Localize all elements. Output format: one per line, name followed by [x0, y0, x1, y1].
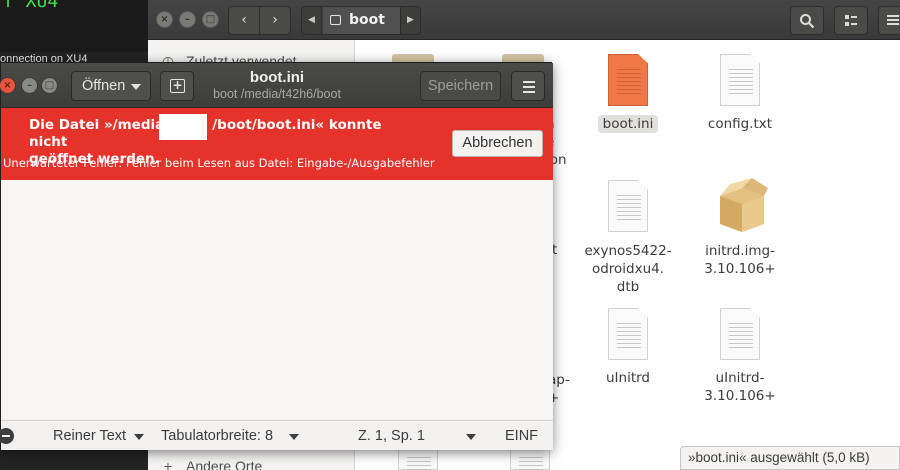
- file-icon-uinitrd[interactable]: [608, 308, 648, 360]
- tab-width-selector[interactable]: Tabulatorbreite: 8: [161, 428, 273, 444]
- file-item-initrd-img[interactable]: initrd.img- 3.10.106+: [680, 242, 800, 278]
- terminal-header: r XU4: [0, 0, 150, 52]
- forward-button[interactable]: ›: [259, 6, 291, 35]
- search-button[interactable]: [790, 6, 824, 35]
- file-item-config-txt[interactable]: config.txt: [680, 115, 800, 133]
- chevron-right-icon: ›: [272, 12, 278, 28]
- maximize-window-button[interactable]: □: [41, 77, 58, 94]
- window-title: boot.ini: [249, 69, 305, 86]
- file-manager-headerbar: × – □ ‹ › ◀ boot ▶: [148, 0, 900, 40]
- close-window-button[interactable]: ×: [0, 77, 16, 94]
- error-detail: Unerwarteter Fehler: Fehler beim Lesen a…: [3, 156, 435, 170]
- editor-headerbar: × – □ Öffnen + boot.ini boot /media/t42h…: [0, 63, 553, 108]
- drive-icon: [330, 15, 341, 25]
- sidebar-item-other-locations[interactable]: + Andere Orte: [148, 454, 355, 470]
- path-bar: ◀ boot ▶: [301, 6, 421, 35]
- view-toggle-button[interactable]: [834, 6, 868, 35]
- file-item-boot-ini[interactable]: boot.ini: [568, 115, 688, 133]
- maximize-window-button[interactable]: □: [202, 11, 219, 28]
- insert-mode[interactable]: EINF: [505, 428, 538, 444]
- chevron-down-icon: [134, 434, 144, 440]
- terminal-title: r XU4: [4, 0, 59, 12]
- path-scroll-left-button[interactable]: ◀: [302, 7, 322, 34]
- plus-icon: +: [163, 458, 173, 470]
- file-icon-config-txt[interactable]: [720, 54, 760, 106]
- menu-button[interactable]: [878, 6, 900, 35]
- cancel-button[interactable]: Abbrechen: [452, 130, 543, 157]
- selection-status: »boot.ini« ausgewählt (5,0 kB): [680, 446, 900, 470]
- path-segment-label: boot: [349, 12, 385, 28]
- redaction-box: [159, 114, 207, 140]
- cursor-position[interactable]: Z. 1, Sp. 1: [358, 428, 425, 444]
- window-subtitle: boot /media/t42h6/boot: [213, 87, 341, 101]
- file-item-uinitrd-version[interactable]: uInitrd- 3.10.106+: [680, 369, 800, 405]
- file-label: boot.ini: [597, 115, 659, 133]
- minus-circle-icon[interactable]: [0, 428, 14, 444]
- minimize-window-button[interactable]: –: [21, 77, 38, 94]
- file-icon-uinitrd-version[interactable]: [720, 308, 760, 360]
- search-icon: [800, 14, 815, 29]
- file-label: uInitrd: [605, 370, 651, 386]
- file-item-dtb[interactable]: exynos5422- odroidxu4. dtb: [568, 242, 688, 296]
- chevron-down-icon: [289, 434, 299, 440]
- close-window-button[interactable]: ×: [156, 11, 173, 28]
- open-button-label: Öffnen: [82, 78, 126, 94]
- error-infobar: Die Datei »/media/boot/boot.ini« konnte …: [1, 108, 553, 180]
- chevron-down-icon: [131, 84, 141, 90]
- package-icon: [720, 178, 768, 232]
- list-view-icon: [845, 15, 857, 26]
- archive-icon[interactable]: [716, 176, 768, 232]
- chevron-left-icon: ‹: [241, 12, 247, 28]
- chevron-down-icon: [466, 434, 476, 440]
- text-editor-window: × – □ Öffnen + boot.ini boot /media/t42h…: [0, 62, 553, 450]
- file-icon-dtb[interactable]: [608, 180, 648, 232]
- file-label: config.txt: [707, 116, 773, 132]
- language-selector[interactable]: Reiner Text: [53, 428, 126, 444]
- text-area[interactable]: [1, 180, 553, 420]
- file-icon-boot-ini[interactable]: [608, 54, 648, 106]
- open-button[interactable]: Öffnen: [71, 71, 151, 101]
- path-scroll-right-button[interactable]: ▶: [400, 7, 420, 34]
- menu-button[interactable]: [511, 71, 545, 101]
- hamburger-icon: [523, 81, 535, 83]
- file-item-uinitrd[interactable]: uInitrd: [568, 369, 688, 387]
- sidebar-item-label: Andere Orte: [186, 458, 263, 470]
- minimize-window-button[interactable]: –: [179, 11, 196, 28]
- path-segment-boot[interactable]: boot: [323, 7, 401, 34]
- editor-statusbar: Reiner Text Tabulatorbreite: 8 Z. 1, Sp.…: [0, 420, 553, 450]
- save-button[interactable]: Speichern: [420, 71, 501, 101]
- hamburger-icon: [887, 15, 899, 25]
- back-button[interactable]: ‹: [228, 6, 260, 35]
